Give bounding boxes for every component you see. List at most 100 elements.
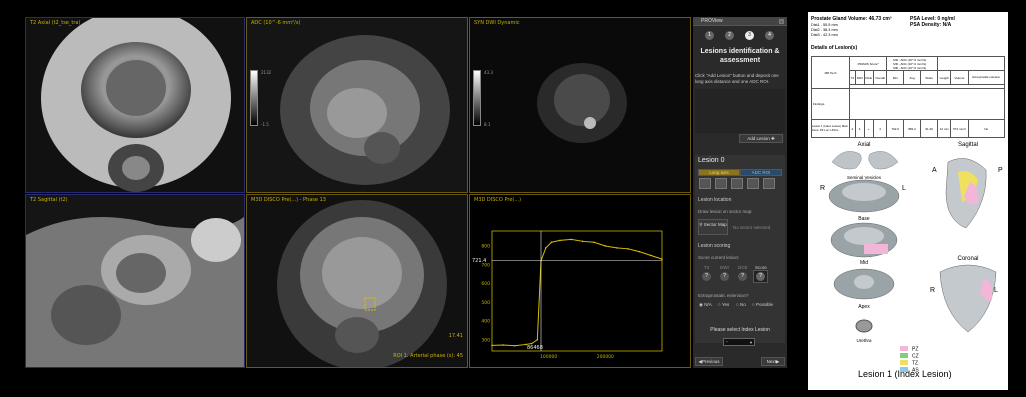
plus-icon: ✚ [771, 136, 775, 141]
dce-image [247, 195, 467, 367]
viewport-adc[interactable]: ADC (10^-6 mm²/s) 2132 -1.5 [246, 17, 468, 193]
curve-x-tick: 200000 [597, 354, 614, 360]
enhancement-curve-line [491, 238, 663, 347]
tool-roi-icon[interactable] [747, 178, 759, 189]
viewport-title: T2 Sagittal (t2) [30, 197, 68, 203]
sector-map-label: Sector Map [703, 222, 727, 227]
tool-line-icon[interactable] [699, 178, 711, 189]
curve-y-tick: 400 [481, 319, 490, 325]
adc-colorbar-min: -1.5 [261, 122, 269, 127]
mid-section-shape [830, 222, 898, 258]
sagittal-shape [945, 158, 987, 229]
close-icon[interactable]: × [779, 19, 784, 24]
lesion-highlight [864, 244, 888, 254]
chevron-right-icon: ▶ [775, 359, 780, 364]
step-4[interactable]: 4 [765, 31, 774, 40]
apex-section-shape [833, 268, 895, 300]
location-title: Lesion location [698, 197, 732, 203]
curve-y-tick: 300 [481, 337, 490, 343]
score-dwi-label: DWI [720, 265, 729, 270]
enhancement-curve-chart: 800700600500400300100000 200000 721.4 864… [472, 230, 663, 360]
panel-blank-area [695, 89, 785, 133]
table-col-stdev: Stdev [920, 70, 939, 85]
score-dce-label: DCE [738, 265, 748, 270]
table-col-avg: Avg [903, 70, 922, 85]
table-mr-tech: MR Tech [824, 70, 837, 75]
lesion-table: MR Tech PIRADS Score* MR - ADC (10^-6 mm… [811, 56, 1006, 138]
score-dwi-button[interactable]: ? [720, 272, 729, 281]
curve-plot-frame [491, 230, 663, 352]
coronal-shape [939, 264, 997, 333]
radio-no[interactable]: ○ No [736, 302, 746, 307]
table-findings: Findings [813, 102, 825, 106]
viewport-footer: ROI 1: Arterial phase (s): 45 [393, 353, 463, 359]
add-lesion-label: Add Lesion [747, 136, 770, 141]
score-total-value: ? [756, 272, 765, 281]
viewport-t2-sagittal[interactable]: T2 Sagittal (t2) [25, 194, 245, 368]
lesion-title: Lesion 0 [698, 157, 725, 164]
step-1[interactable]: 1 [705, 31, 714, 40]
table-col-dce: DCE [863, 70, 874, 85]
next-button[interactable]: Next▶ [761, 357, 785, 366]
previous-button[interactable]: ◀Previous [695, 357, 723, 366]
dwi-colorbar [473, 70, 481, 126]
scoring-title: Lesion scoring [698, 243, 731, 249]
scoring-hint: Score current lesion: [698, 255, 740, 260]
t2-axial-image [26, 18, 244, 192]
tool-check-icon[interactable] [731, 178, 743, 189]
previous-label: Previous [701, 359, 720, 364]
viewport-title: M3D DISCO Pre(...) - Phase 13 [251, 197, 326, 203]
radio-na[interactable]: ◉ N/A [699, 302, 712, 308]
dimension-3: Dist3 - 42.3 mm [811, 33, 838, 37]
extraprostatic-question: Extraprostatic extension? [698, 293, 749, 298]
viewport-dce[interactable]: M3D DISCO Pre(...) - Phase 13 17.41 ROI … [246, 194, 468, 368]
table-col-overall: Overall [872, 70, 888, 85]
adc-colorbar [250, 70, 258, 126]
label-sagittal: Sagittal [958, 142, 978, 148]
tab-long-axis[interactable]: Long axis [698, 169, 740, 176]
adc-colorbar-max: 2132 [261, 70, 272, 75]
curve-y-tick: 600 [481, 281, 490, 287]
base-section-shape [828, 179, 900, 213]
legend-swatch [900, 360, 908, 365]
label-a: A [932, 167, 937, 174]
gland-volume: Prostate Gland Volume: 46.73 cm³ [811, 16, 892, 22]
label-coronal-l: L [994, 287, 998, 294]
tab-adc-roi[interactable]: ADC ROI [740, 169, 782, 176]
label-coronal-r: R [930, 287, 935, 294]
radio-yes[interactable]: ○ Yes [718, 302, 729, 307]
table-col-volume: Volume [950, 70, 969, 85]
step-3[interactable]: 3 [745, 31, 754, 40]
sector-map-button[interactable]: ⚲ Sector Map [698, 219, 728, 235]
radio-possible-label: Possible [755, 302, 773, 307]
index-select[interactable]: - ▼ [723, 338, 755, 346]
tool-edit-icon[interactable] [715, 178, 727, 189]
adc-head-cell: MR - ADC (10^-6 mm²/s) MR - ADC (10^-6 m… [886, 56, 939, 71]
add-lesion-button[interactable]: Add Lesion ✚ [739, 134, 783, 143]
viewport-title: T2 Axial (t2_tse_tra) [30, 20, 81, 26]
proview-panel: PROView × 1 2 3 4 Lesions identification… [693, 17, 787, 368]
viewport-corner-value: 17.41 [448, 333, 463, 339]
psa-density: PSA Density: N/A [910, 22, 952, 28]
panel-heading: Lesions identification & assessment [700, 48, 780, 64]
viewport-dwi[interactable]: SYN DWI Dynamic 43.3 8.1 [469, 17, 691, 193]
radio-possible[interactable]: ○ Possible [752, 302, 773, 307]
viewport-t2-axial[interactable]: T2 Axial (t2_tse_tra) [25, 17, 245, 193]
index-select-value: - [726, 339, 728, 345]
step-2[interactable]: 2 [725, 31, 734, 40]
tool-delete-icon[interactable] [763, 178, 775, 189]
score-t2-button[interactable]: ? [702, 272, 711, 281]
legend-label: TZ [912, 361, 918, 367]
label-urethra: Urethra [856, 338, 872, 343]
pirads-cell: PIRADS Score* [848, 56, 888, 71]
label-l: L [902, 185, 906, 192]
panel-header: PROView × [693, 17, 787, 26]
score-dce-button[interactable]: ? [738, 272, 747, 281]
viewport-enhancement-curve[interactable]: M3D DISCO Pre(...) 800 700 600 500 400 300 100… [469, 194, 691, 368]
label-seminal: Seminal Vesicles [847, 175, 882, 180]
lesion-section: Lesion 0 Long axis ADC ROI Lesion locati… [695, 155, 785, 343]
location-hint: Draw lesion on sector map: [698, 209, 753, 214]
app-root: T2 Axial (t2_tse_tra) ADC (10^-6 mm²/s) … [0, 0, 1026, 397]
dwi-colorbar-min: 8.1 [484, 122, 491, 127]
sector-map-diagram: Axial Seminal Vesicles R L Base Mid Apex… [820, 142, 1003, 374]
